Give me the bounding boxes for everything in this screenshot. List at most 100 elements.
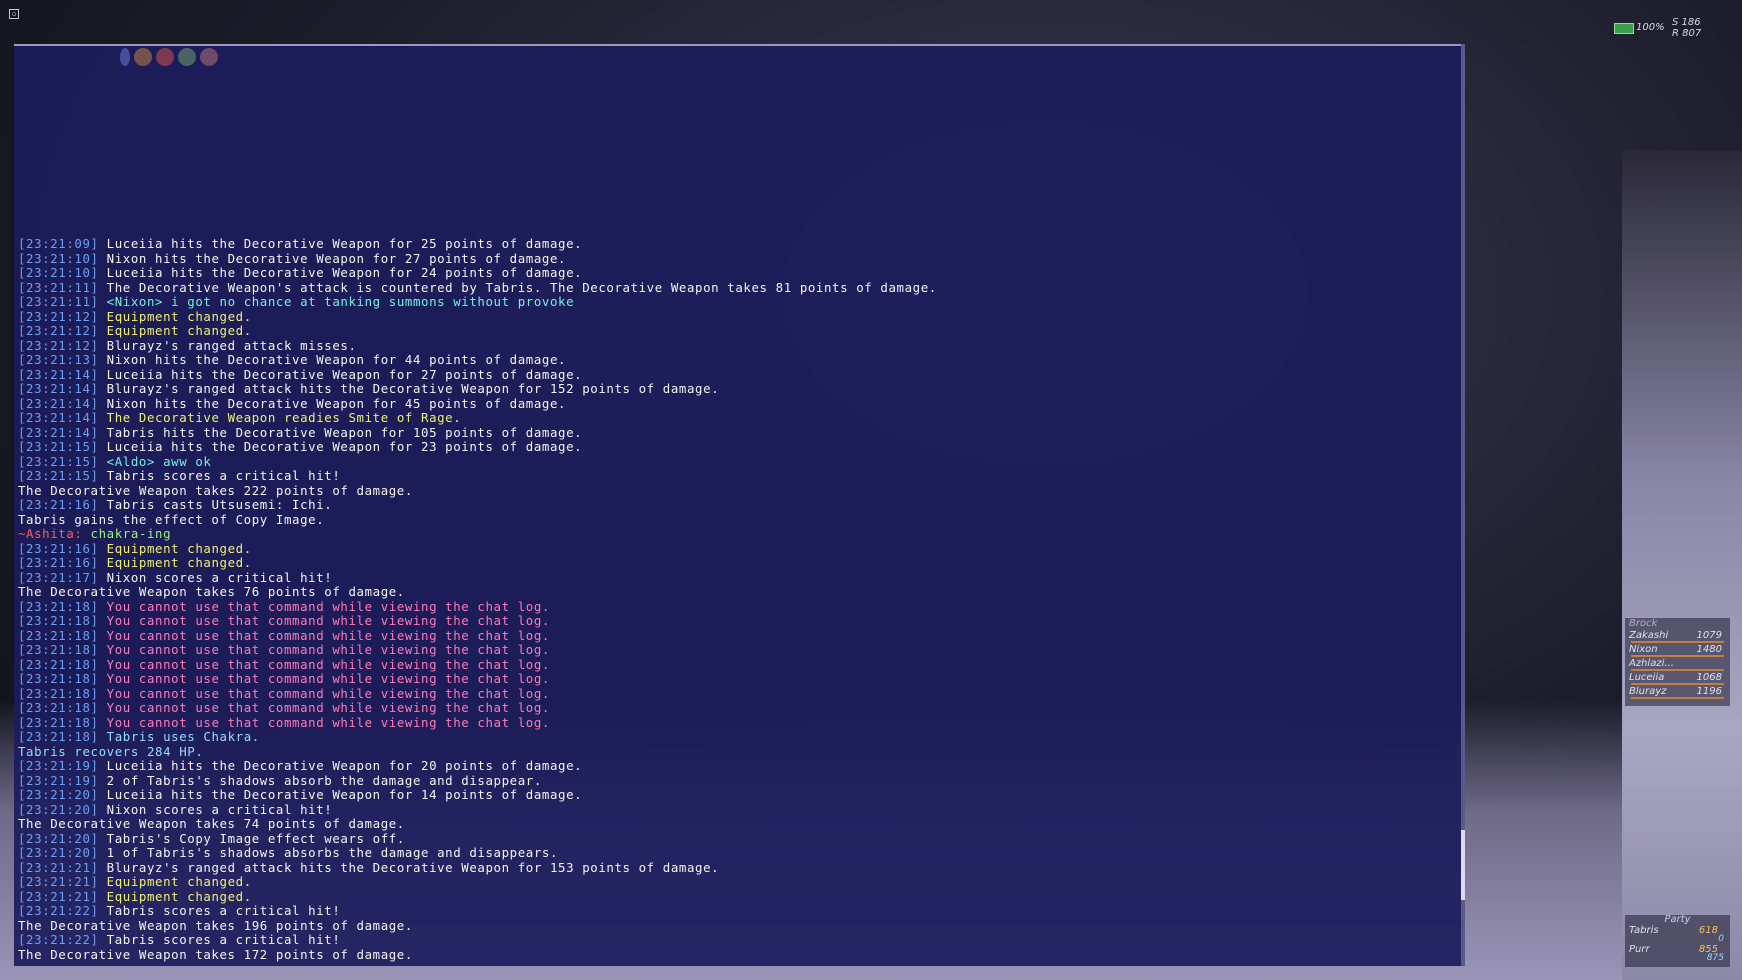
alliance-member[interactable]: Zakashi 1079 [1625, 630, 1730, 644]
chat-timestamp: [23:21:15] [18, 439, 107, 454]
chat-line: [23:21:10] Luceiia hits the Decorative W… [18, 265, 1418, 281]
member-name: Azhlazi... [1629, 658, 1674, 669]
chat-timestamp: [23:21:18] [18, 613, 107, 628]
alliance-member[interactable]: Azhlazi... [1625, 658, 1730, 672]
chat-line: [23:21:15] <Aldo> aww ok [18, 453, 1418, 470]
status-effect-icon [134, 48, 152, 66]
chat-message: Equipment changed. [106, 555, 252, 570]
chat-message: Equipment changed. [106, 323, 252, 338]
chat-line: [23:21:11] The Decorative Weapon's attac… [18, 280, 1418, 296]
member-name: Luceiia [1629, 672, 1665, 683]
party-title: Party [1664, 914, 1691, 925]
chat-timestamp: [23:21:21] [18, 874, 107, 889]
chat-line: [23:21:20] Nixon scores a critical hit! [18, 801, 1418, 818]
chat-line: [23:21:15] Luceiia hits the Decorative W… [18, 439, 1418, 455]
chat-line: The Decorative Weapon takes 196 points o… [18, 918, 1418, 934]
status-line-1: S 186 [1672, 17, 1701, 28]
chat-timestamp: [23:21:21] [18, 888, 107, 904]
chat-message: The Decorative Weapon readies Smite of R… [106, 410, 462, 425]
chat-line: [23:21:12] Equipment changed. [18, 323, 1418, 339]
party-member[interactable]: Purr 855 875 [1625, 944, 1730, 963]
alliance-member[interactable]: Nixon 1480 [1625, 644, 1730, 658]
chat-line: [23:21:17] Nixon scores a critical hit! [18, 569, 1418, 586]
chat-line: [23:21:18] You cannot use that command w… [18, 656, 1418, 673]
member-name: Tabris [1629, 925, 1659, 936]
chat-message: You cannot use that command while viewin… [106, 685, 550, 701]
chat-line: [23:21:18] You cannot use that command w… [18, 642, 1418, 658]
chat-line: The Decorative Weapon takes 172 points o… [18, 947, 1418, 963]
chat-timestamp: [23:21:14] [18, 381, 107, 396]
party-panel: Party Tabris 618 0 Purr 855 875 [1625, 915, 1730, 967]
chat-message: 1 of Tabris's shadows absorbs the damage… [106, 845, 559, 860]
chat-message: Tabris casts Utsusemi: Ichi. [106, 497, 333, 512]
alliance-member[interactable]: Luceiia 1068 [1625, 672, 1730, 686]
chat-message: Blurayz's ranged attack hits the Decorat… [106, 859, 720, 875]
party-member[interactable]: Tabris 618 0 [1625, 925, 1730, 944]
chat-line: [23:21:14] Nixon hits the Decorative Wea… [18, 395, 1418, 412]
chat-message: You cannot use that command while viewin… [106, 714, 550, 730]
chat-line: [23:21:16] Equipment changed. [18, 555, 1418, 571]
alliance-member[interactable]: Blurayz 1196 [1625, 686, 1730, 700]
window-restore-icon[interactable]: ▫ [9, 9, 19, 19]
chat-timestamp: [23:21:13] [18, 352, 107, 367]
chat-timestamp: [23:21:12] [18, 308, 107, 324]
chat-icon-bar [120, 48, 218, 66]
chat-message: Tabris uses Chakra. [106, 729, 260, 744]
chat-line: [23:21:14] The Decorative Weapon readies… [18, 410, 1418, 426]
chat-timestamp: [23:21:14] [18, 366, 107, 382]
chat-message: Equipment changed. [106, 308, 252, 324]
chat-scroll-thumb[interactable] [1461, 830, 1465, 900]
chat-message: <Aldo> aww ok [106, 453, 212, 469]
status-effect-icon [156, 48, 174, 66]
chat-timestamp: [23:21:16] [18, 555, 107, 570]
chat-line: [23:21:18] You cannot use that command w… [18, 700, 1418, 716]
status-effect-icon [200, 48, 218, 66]
chat-message: Blurayz's ranged attack misses. [106, 337, 357, 353]
member-name: Nixon [1629, 644, 1658, 655]
battery-icon [1614, 23, 1634, 34]
chat-message: You cannot use that command while viewin… [106, 656, 550, 672]
chat-scrollbar[interactable] [1461, 44, 1465, 966]
chat-timestamp: [23:21:19] [18, 772, 107, 788]
chat-message: You cannot use that command while viewin… [106, 613, 550, 628]
chat-line: [23:21:18] You cannot use that command w… [18, 714, 1418, 731]
chat-message: Blurayz's ranged attack hits the Decorat… [106, 381, 720, 396]
chat-timestamp: [23:21:19] [18, 758, 107, 773]
chat-message: Nixon hits the Decorative Weapon for 27 … [106, 250, 567, 266]
chat-timestamp: [23:21:15] [18, 453, 107, 469]
chat-line: [23:21:21] Blurayz's ranged attack hits … [18, 859, 1418, 876]
chat-line: [23:21:18] You cannot use that command w… [18, 628, 1418, 644]
chat-timestamp: [23:21:20] [18, 801, 107, 817]
chat-message: The Decorative Weapon takes 222 points o… [18, 482, 413, 498]
status-line-2: R 807 [1672, 28, 1702, 39]
hp-bar [1631, 641, 1724, 643]
chat-timestamp: [23:21:12] [18, 323, 107, 338]
chat-timestamp: [23:21:18] [18, 656, 107, 672]
chat-line: [23:21:18] You cannot use that command w… [18, 613, 1418, 629]
chat-message: Equipment changed. [106, 540, 252, 556]
chat-message: Tabris scores a critical hit! [106, 932, 341, 947]
chat-timestamp: [23:21:20] [18, 845, 107, 860]
member-name: Zakashi [1629, 630, 1669, 641]
chat-timestamp: [23:21:20] [18, 830, 107, 846]
member-hp: 1196 [1696, 686, 1722, 697]
battery-percent: 100% [1636, 22, 1665, 33]
hp-bar [1631, 683, 1724, 685]
member-hp: 1079 [1696, 630, 1722, 641]
chat-line: [23:21:21] Equipment changed. [18, 874, 1418, 890]
chat-message: Luceiia hits the Decorative Weapon for 2… [106, 758, 583, 773]
chat-timestamp: [23:21:18] [18, 714, 107, 730]
chat-line: [23:21:18] You cannot use that command w… [18, 599, 1418, 615]
chat-message: The Decorative Weapon takes 76 points of… [18, 584, 405, 599]
chat-line: [23:21:10] Nixon hits the Decorative Wea… [18, 250, 1418, 267]
chat-line: Tabris gains the effect of Copy Image. [18, 512, 1418, 528]
chat-message: Luceiia hits the Decorative Weapon for 2… [106, 439, 583, 454]
chat-message: Nixon scores a critical hit! [106, 569, 333, 585]
chat-message: The Decorative Weapon takes 74 points of… [18, 816, 405, 831]
chat-timestamp: [23:21:14] [18, 395, 107, 411]
chat-line: [23:21:20] Luceiia hits the Decorative W… [18, 787, 1418, 803]
chat-line: [23:21:11] <Nixon> i got no chance at ta… [18, 294, 1418, 310]
hp-bar [1631, 697, 1724, 699]
chat-message: chakra-ing [90, 526, 172, 541]
chat-message: Nixon scores a critical hit! [106, 801, 333, 817]
